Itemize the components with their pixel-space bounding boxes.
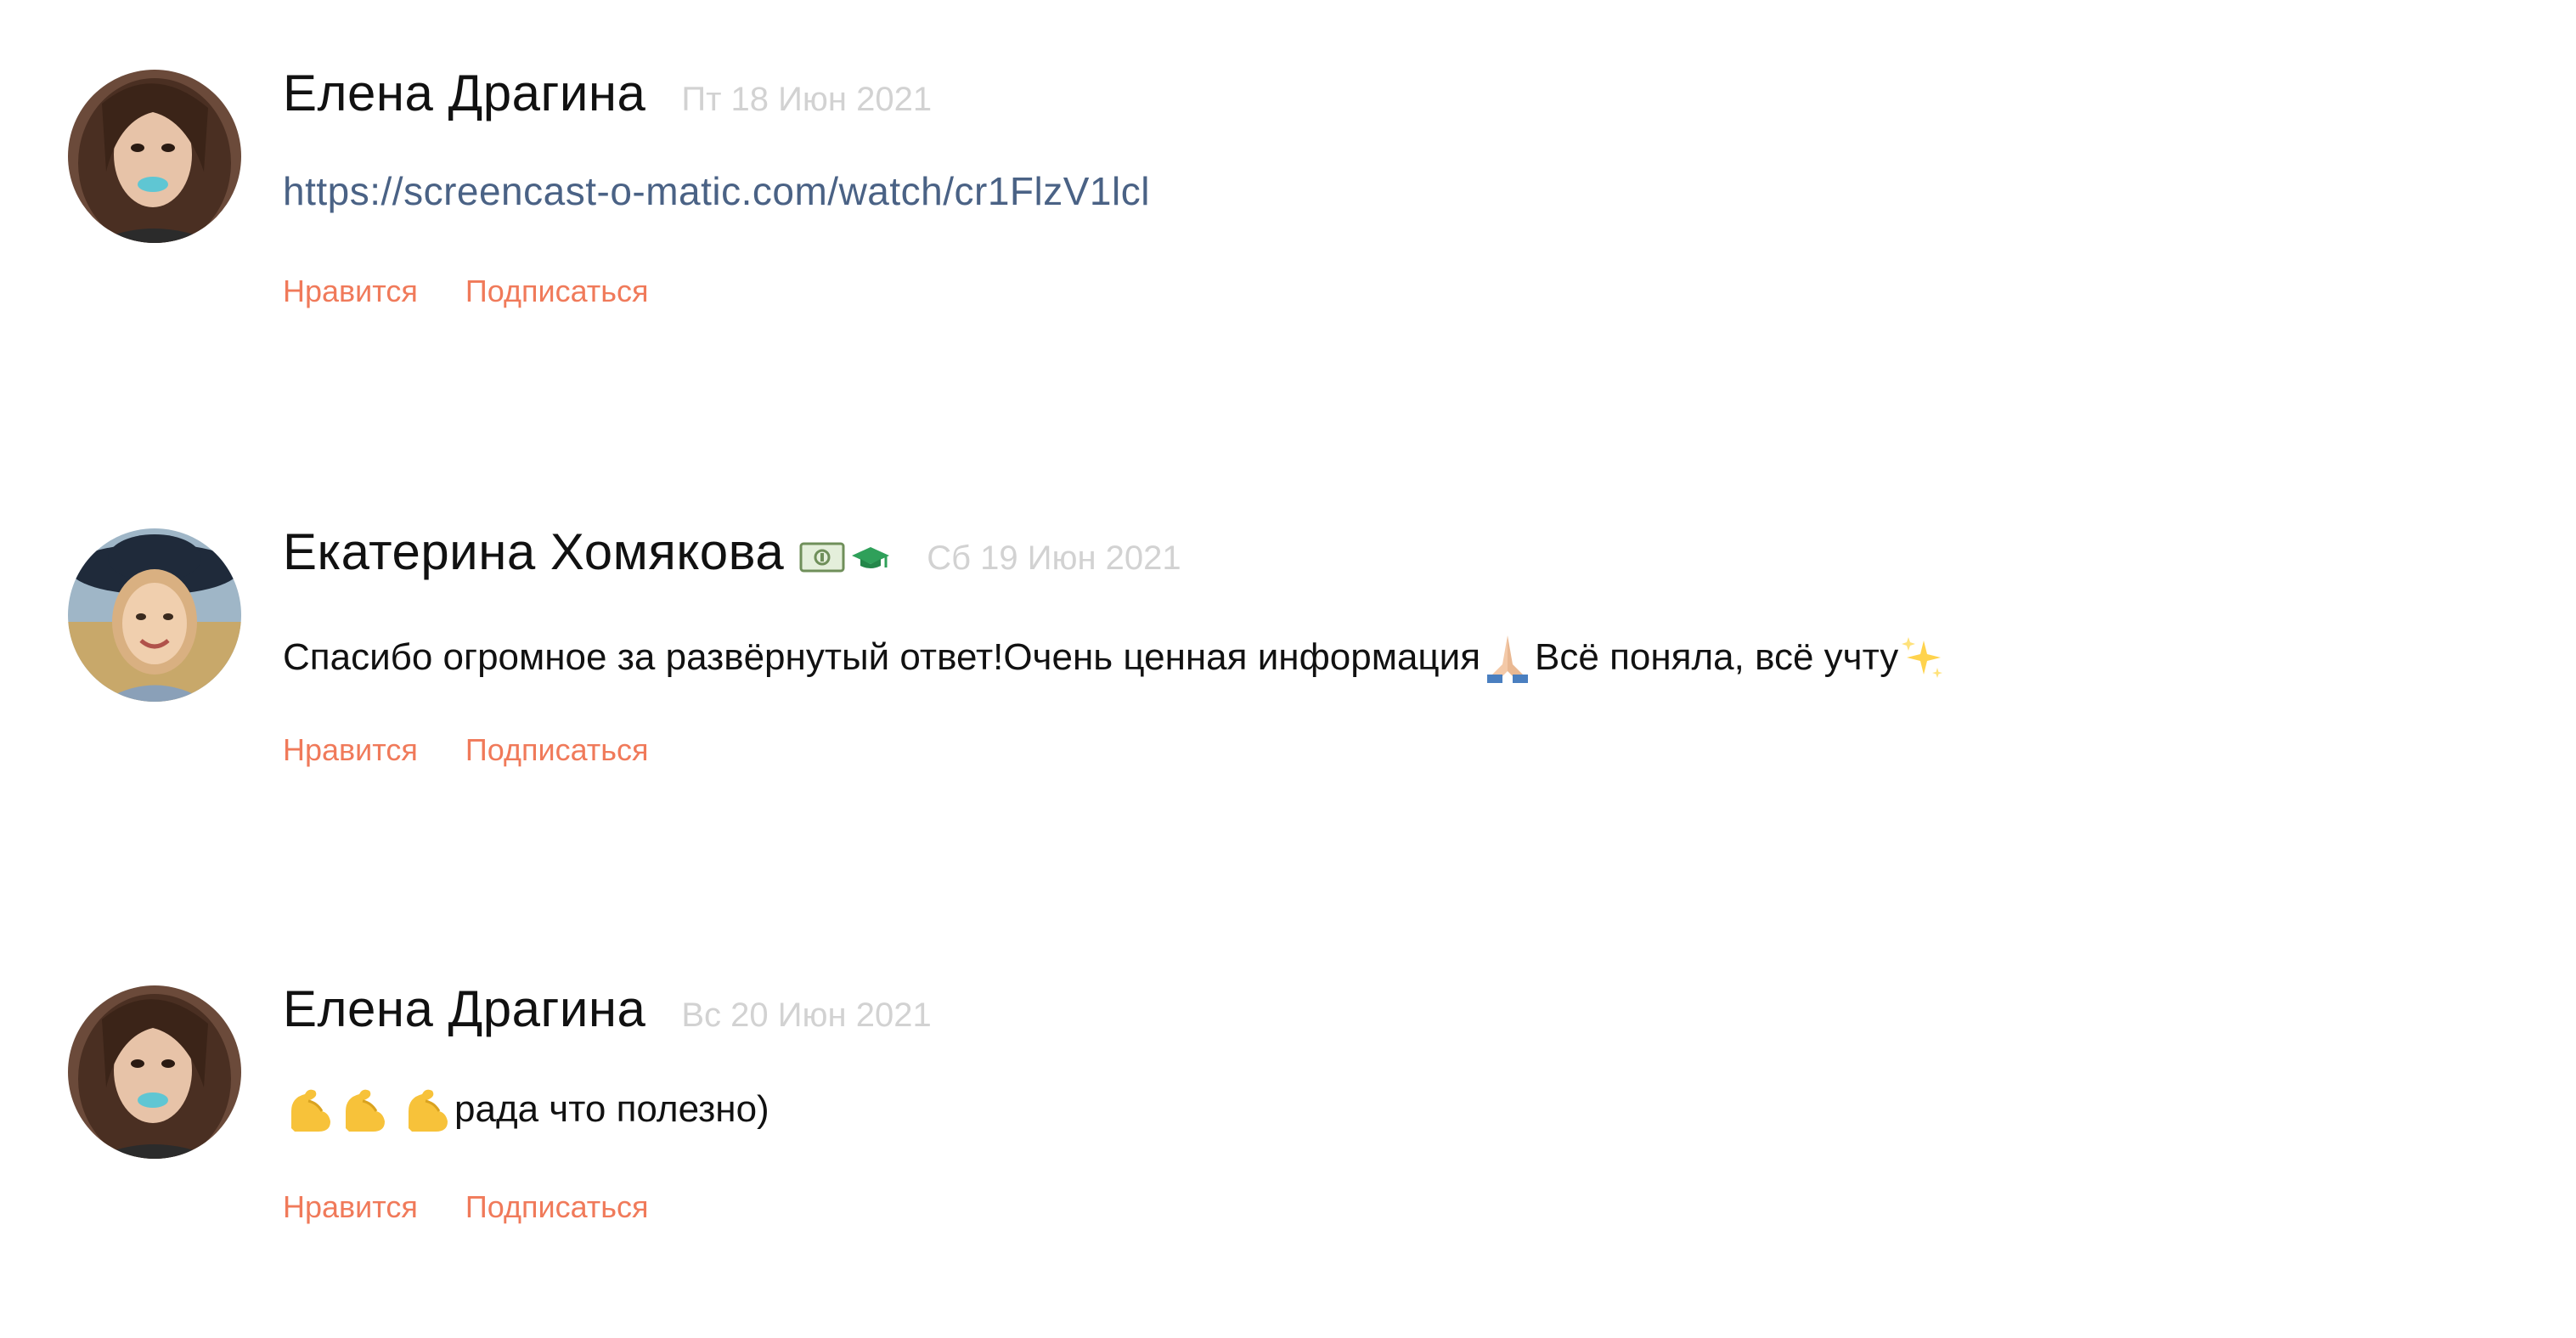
- comment-text: Всё поняла, всё учту: [1535, 636, 1899, 678]
- author-name[interactable]: Екатерина Хомякова: [283, 522, 784, 581]
- money-icon: [799, 542, 845, 573]
- comment-date: Вс 20 Июн 2021: [681, 996, 932, 1034]
- comment-actions: Нравится Подписаться: [283, 1189, 649, 1225]
- comment-body: рада что полезно): [283, 1082, 769, 1137]
- comment-body: https://screencast-o-matic.com/watch/cr1…: [283, 168, 1150, 214]
- like-button[interactable]: Нравится: [283, 274, 418, 309]
- author-name[interactable]: Елена Драгина: [283, 64, 645, 122]
- comment-actions: Нравится Подписаться: [283, 732, 649, 768]
- graduation-cap-icon: [850, 542, 891, 573]
- subscribe-button[interactable]: Подписаться: [465, 1189, 649, 1225]
- subscribe-button[interactable]: Подписаться: [465, 274, 649, 309]
- comment: Елена Драгина Пт 18 Июн 2021 https://scr…: [0, 0, 2576, 308]
- comment-header: Елена Драгина Пт 18 Июн 2021: [283, 64, 932, 132]
- comment: Елена Драгина Вс 20 Июн 2021 рада что по…: [0, 916, 2576, 1224]
- comment-header: Елена Драгина Вс 20 Июн 2021: [283, 980, 932, 1047]
- author-name[interactable]: Елена Драгина: [283, 980, 645, 1038]
- like-button[interactable]: Нравится: [283, 732, 418, 768]
- comment-link[interactable]: https://screencast-o-matic.com/watch/cr1…: [283, 168, 1150, 214]
- praying-hands-icon: [1480, 630, 1535, 685]
- sparkles-icon: [1898, 634, 1946, 681]
- comment-text: Спасибо огромное за развёрнутый ответ!Оч…: [283, 636, 1481, 678]
- comment-date: Пт 18 Июн 2021: [681, 81, 933, 118]
- comment-body: Спасибо огромное за развёрнутый ответ!Оч…: [283, 630, 1946, 685]
- flexed-biceps-icon: [337, 1082, 392, 1137]
- avatar[interactable]: [68, 985, 241, 1159]
- comment-actions: Нравится Подписаться: [283, 274, 649, 309]
- comment: Екатерина Хомякова Сб 19 Июн 2021 Спасиб…: [0, 459, 2576, 767]
- avatar-image: [68, 70, 241, 243]
- comment-date: Сб 19 Июн 2021: [927, 539, 1181, 577]
- flexed-biceps-icon: [283, 1082, 337, 1137]
- subscribe-button[interactable]: Подписаться: [465, 732, 649, 768]
- author-badges: [799, 542, 891, 573]
- comment-header: Екатерина Хомякова Сб 19 Июн 2021: [283, 522, 1181, 590]
- like-button[interactable]: Нравится: [283, 1189, 418, 1225]
- flexed-biceps-icon: [400, 1082, 454, 1137]
- avatar-image: [68, 985, 241, 1159]
- avatar[interactable]: [68, 70, 241, 243]
- avatar-image: [68, 528, 241, 702]
- avatar[interactable]: [68, 528, 241, 702]
- comment-text: рада что полезно): [454, 1088, 769, 1130]
